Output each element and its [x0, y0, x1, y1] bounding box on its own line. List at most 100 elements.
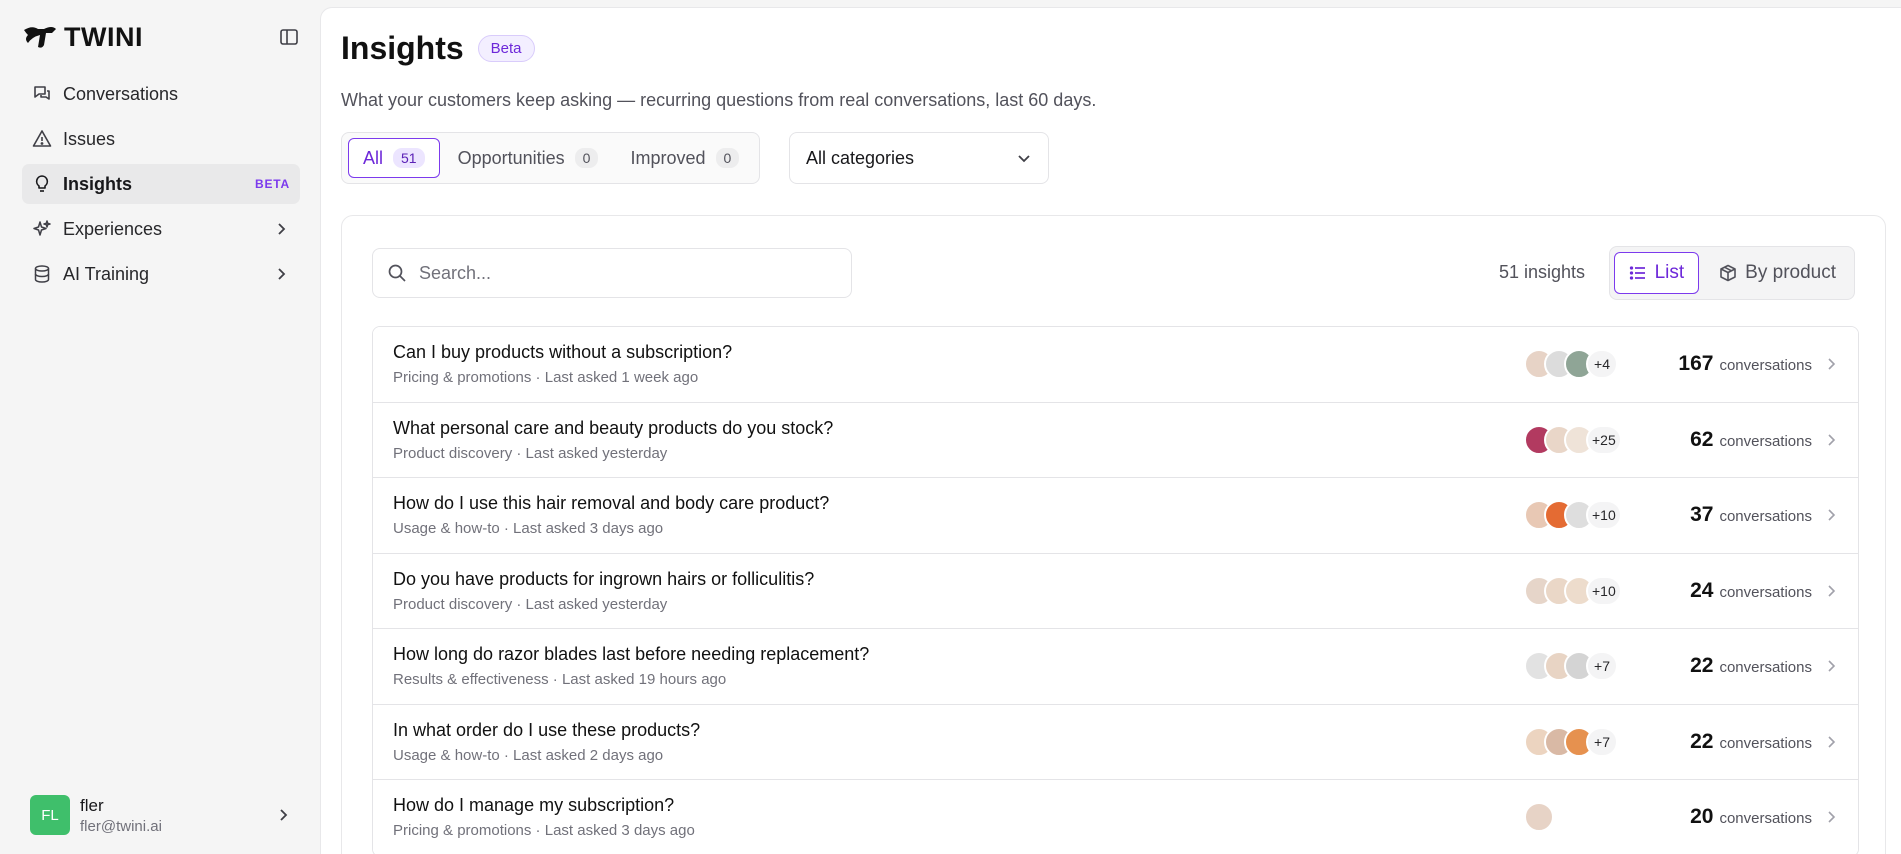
insight-text: How long do razor blades last before nee…	[393, 644, 1524, 688]
more-products-count: +10	[1586, 575, 1622, 606]
insight-text: How do I manage my subscription? Pricing…	[393, 795, 1524, 839]
insight-row[interactable]: Can I buy products without a subscriptio…	[373, 327, 1858, 403]
sidebar-item-conversations[interactable]: Conversations	[22, 74, 300, 114]
conversation-count: 20 conversations	[1652, 805, 1812, 829]
product-thumbnails: +25	[1524, 424, 1634, 455]
chevron-right-icon	[1812, 433, 1838, 447]
conversation-count: 22 conversations	[1652, 730, 1812, 754]
search-input[interactable]	[419, 262, 837, 284]
conversation-count-number: 24	[1690, 578, 1714, 602]
brand-logo[interactable]: TWINI	[22, 22, 143, 53]
conversation-count-unit: conversations	[1719, 734, 1812, 752]
tab-count: 0	[715, 148, 740, 168]
conversation-count: 22 conversations	[1652, 654, 1812, 678]
chevron-right-icon	[1812, 584, 1838, 598]
user-email: fler@twini.ai	[80, 817, 162, 835]
insight-text: What personal care and beauty products d…	[393, 418, 1524, 462]
conversation-count-unit: conversations	[1719, 432, 1812, 450]
chevron-right-icon	[1812, 357, 1838, 371]
conversation-count: 37 conversations	[1652, 503, 1812, 527]
conversation-count-unit: conversations	[1719, 508, 1812, 526]
insight-meta: Usage & how-to · Last asked 2 days ago	[393, 746, 664, 764]
chat-icon	[32, 84, 52, 104]
conversation-count-unit: conversations	[1719, 357, 1812, 375]
insight-question: Do you have products for ingrown hairs o…	[393, 568, 815, 589]
list-view-button[interactable]: List	[1613, 252, 1700, 294]
insight-text: In what order do I use these products? U…	[393, 720, 1524, 764]
view-toggle: List By product	[1608, 246, 1855, 300]
twini-logo-icon	[24, 27, 56, 48]
tab-opportunities[interactable]: Opportunities 0	[444, 138, 613, 178]
sidebar-item-label: AI Training	[63, 263, 150, 284]
conversation-count-number: 167	[1678, 352, 1714, 376]
insight-question: In what order do I use these products?	[393, 719, 701, 740]
chevron-right-icon	[1812, 659, 1838, 673]
page-header: Insights Beta	[341, 30, 535, 67]
conversation-count-number: 22	[1690, 654, 1714, 678]
search-box	[372, 248, 852, 298]
page-title: Insights	[341, 30, 464, 66]
tab-all[interactable]: All 51	[348, 138, 440, 178]
product-thumbnails: +7	[1524, 651, 1634, 682]
insight-meta: Pricing & promotions · Last asked 1 week…	[393, 369, 699, 387]
chevron-right-icon	[272, 265, 290, 283]
avatar: FL	[30, 795, 70, 835]
main-content: Insights Beta What your customers keep a…	[320, 7, 1901, 854]
conversation-count-number: 62	[1690, 427, 1714, 451]
insight-text: Do you have products for ingrown hairs o…	[393, 569, 1524, 613]
conversation-count-unit: conversations	[1719, 810, 1812, 828]
package-icon	[1720, 264, 1736, 282]
chevron-right-icon	[1812, 810, 1838, 824]
by-product-view-label: By product	[1745, 262, 1836, 283]
more-products-count: +7	[1586, 651, 1618, 682]
tab-label: All	[363, 147, 384, 168]
sidebar-nav: Conversations Issues Insights BETA Exper…	[22, 74, 300, 299]
chevron-right-icon	[274, 806, 292, 824]
sidebar-item-ai-training[interactable]: AI Training	[22, 254, 300, 294]
conversation-count-unit: conversations	[1719, 583, 1812, 601]
sidebar-item-experiences[interactable]: Experiences	[22, 209, 300, 249]
chevron-right-icon	[272, 220, 290, 238]
sidebar-item-label: Experiences	[63, 218, 163, 239]
more-products-count: +25	[1586, 424, 1622, 455]
chevron-down-icon	[1018, 155, 1030, 163]
search-icon	[388, 264, 406, 282]
insight-row[interactable]: What personal care and beauty products d…	[373, 402, 1858, 478]
category-select[interactable]: All categories	[789, 132, 1049, 184]
tab-improved[interactable]: Improved 0	[616, 138, 753, 178]
insight-row[interactable]: In what order do I use these products? U…	[373, 704, 1858, 780]
conversation-count: 167 conversations	[1652, 352, 1812, 376]
page-subtitle: What your customers keep asking — recurr…	[341, 90, 1097, 110]
insight-row[interactable]: Do you have products for ingrown hairs o…	[373, 553, 1858, 629]
lightbulb-icon	[32, 174, 52, 194]
chevron-right-icon	[1812, 508, 1838, 522]
user-info: fler fler@twini.ai	[80, 796, 274, 835]
beta-badge: BETA	[255, 177, 290, 191]
product-thumbnails	[1524, 802, 1634, 833]
sidebar-toggle-button[interactable]	[276, 24, 302, 50]
more-products-count: +10	[1586, 500, 1622, 531]
insight-meta: Product discovery · Last asked yesterday	[393, 444, 668, 462]
beta-badge: Beta	[477, 35, 535, 62]
insight-row[interactable]: How long do razor blades last before nee…	[373, 629, 1858, 705]
insight-question: Can I buy products without a subscriptio…	[393, 342, 733, 363]
product-thumbnails: +10	[1524, 500, 1634, 531]
sidebar-item-label: Issues	[63, 128, 116, 149]
chevron-right-icon	[1812, 735, 1838, 749]
sidebar-item-issues[interactable]: Issues	[22, 119, 300, 159]
insight-row[interactable]: How do I use this hair removal and body …	[373, 478, 1858, 554]
by-product-view-button[interactable]: By product	[1705, 252, 1850, 294]
user-menu[interactable]: FL fler fler@twini.ai	[22, 790, 300, 840]
sparkles-icon	[32, 219, 52, 239]
product-thumbnails: +10	[1524, 575, 1634, 606]
tab-label: Opportunities	[457, 147, 565, 168]
tab-count: 0	[574, 148, 599, 168]
conversation-count-number: 37	[1690, 503, 1714, 527]
sidebar-item-insights[interactable]: Insights BETA	[22, 164, 300, 204]
insights-panel: 51 insights List By product Can I buy pr…	[341, 215, 1886, 854]
product-thumbnails: +7	[1524, 726, 1634, 757]
database-icon	[32, 264, 52, 284]
conversation-count-number: 20	[1690, 805, 1714, 829]
more-products-count: +4	[1586, 349, 1618, 380]
insight-row[interactable]: How do I manage my subscription? Pricing…	[373, 780, 1858, 854]
